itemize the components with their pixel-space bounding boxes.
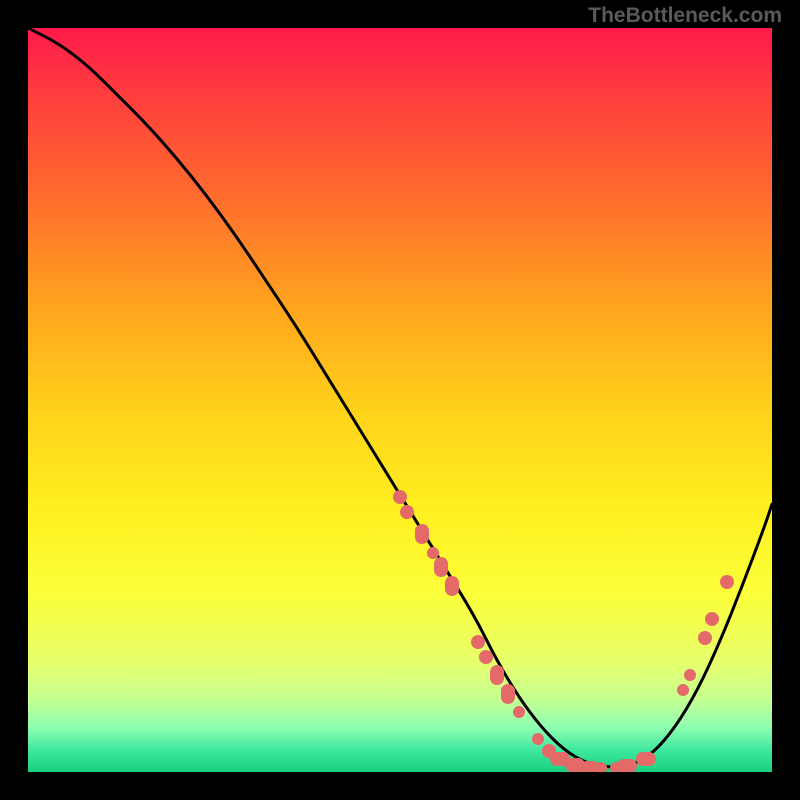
curve-marker (513, 706, 525, 718)
curve-marker (636, 752, 656, 766)
curve-markers (28, 28, 772, 772)
curve-marker (684, 669, 696, 681)
curve-marker (427, 547, 439, 559)
curve-marker (490, 665, 504, 685)
curve-marker (479, 650, 493, 664)
curve-marker (720, 575, 734, 589)
curve-marker (677, 684, 689, 696)
curve-marker (434, 557, 448, 577)
curve-marker (595, 762, 607, 772)
curve-marker (393, 490, 407, 504)
watermark-text: TheBottleneck.com (588, 4, 782, 28)
curve-marker (415, 524, 429, 544)
curve-marker (617, 759, 637, 772)
plot-area (28, 28, 772, 772)
curve-marker (698, 631, 712, 645)
curve-marker (501, 684, 515, 704)
curve-marker (400, 505, 414, 519)
curve-marker (705, 612, 719, 626)
curve-marker (532, 733, 544, 745)
curve-marker (445, 576, 459, 596)
curve-marker (471, 635, 485, 649)
